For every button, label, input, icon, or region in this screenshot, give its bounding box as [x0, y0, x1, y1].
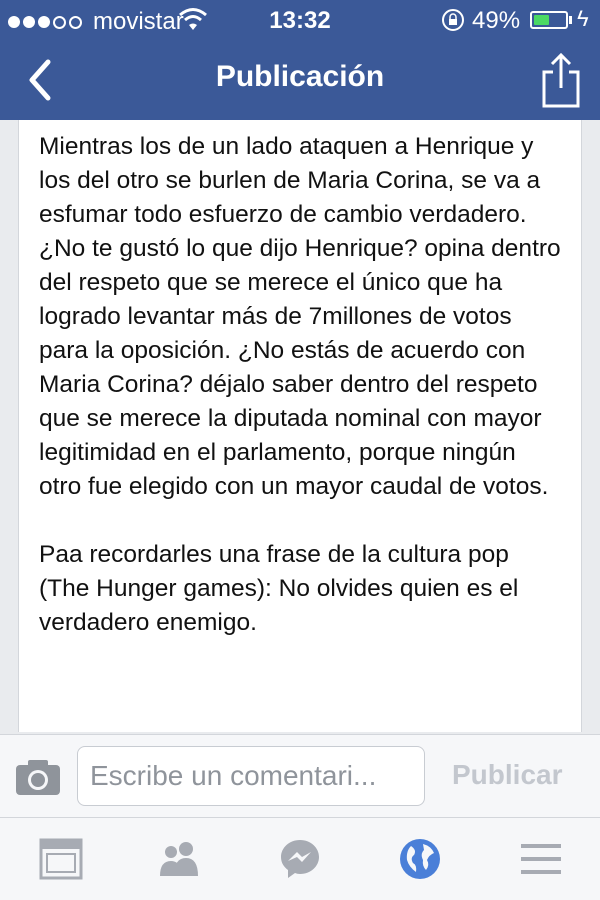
status-bar: movistar 13:32 49% ϟ — [0, 0, 600, 40]
publish-button[interactable]: Publicar — [452, 759, 562, 791]
post-body: Mientras los de un lado ataquen a Henriq… — [39, 130, 564, 674]
orientation-lock-icon — [442, 9, 464, 31]
comment-bar: Publicar — [0, 734, 600, 818]
post-paragraph: Paa recordarles una frase de la cultura … — [39, 541, 519, 636]
battery-icon — [530, 11, 568, 29]
nav-bar: Publicación — [0, 40, 600, 120]
friend-requests-icon[interactable] — [156, 836, 202, 882]
battery-percentage: 49% — [472, 7, 521, 34]
post-paragraph: Mientras los de un lado ataquen a Henriq… — [39, 133, 561, 500]
messenger-icon[interactable] — [277, 836, 323, 882]
charging-icon: ϟ — [577, 6, 589, 31]
notifications-globe-icon[interactable] — [397, 836, 443, 882]
share-icon[interactable] — [538, 50, 584, 110]
camera-icon[interactable] — [14, 757, 62, 797]
more-menu-icon[interactable] — [518, 836, 564, 882]
tab-bar — [0, 818, 600, 900]
page-title: Publicación — [215, 60, 385, 93]
news-feed-icon[interactable] — [38, 836, 84, 882]
post-card: Mientras los de un lado ataquen a Henriq… — [18, 120, 582, 732]
comment-input[interactable] — [77, 746, 425, 806]
